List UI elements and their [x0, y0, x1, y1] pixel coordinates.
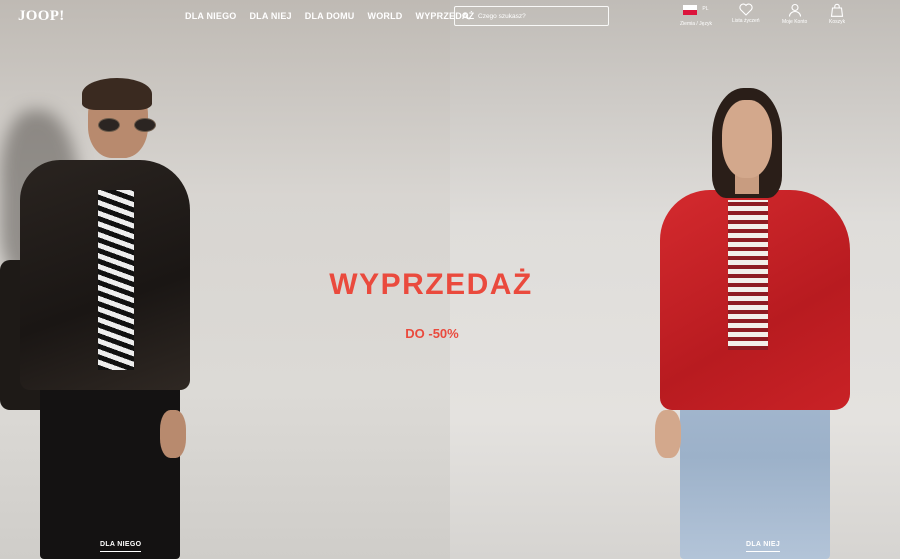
sale-headline[interactable]: WYPRZEDAŻ [0, 268, 862, 302]
wishlist-label: Lista życzeń [732, 18, 760, 24]
flag-row: PL [683, 3, 709, 15]
account-label: Moje Konto [782, 19, 808, 25]
heart-icon [739, 3, 753, 16]
hero-link-dla-niej[interactable]: DLA NIEJ [746, 541, 781, 552]
language-code: PL [702, 6, 709, 12]
cart-button[interactable]: Koszyk [829, 3, 845, 25]
wishlist-button[interactable]: Lista życzeń [732, 3, 760, 24]
male-model-hair [82, 78, 152, 110]
country-language-selector[interactable]: PL Ziemia / Język [680, 3, 712, 27]
female-model-face [722, 100, 772, 178]
account-button[interactable]: Moje Konto [782, 3, 807, 25]
user-icon [788, 3, 801, 17]
cart-label: Koszyk [829, 19, 846, 25]
country-language-label: Ziemia / Język [680, 21, 712, 27]
sale-discount[interactable]: DO -50% [0, 326, 864, 341]
male-model-hand [160, 410, 186, 458]
poland-flag-icon [683, 5, 698, 15]
male-model-trousers [40, 380, 180, 559]
female-model-hand [655, 410, 681, 458]
bag-icon [830, 3, 844, 17]
site-header: JOOP! DLA NIEGO DLA NIEJ DLA DOMU WORLD … [0, 0, 900, 34]
hero-link-dla-niego[interactable]: DLA NIEGO [100, 541, 142, 552]
header-utilities: PL Ziemia / Język Lista życzeń Moje Kont… [0, 3, 900, 33]
male-model-sunglasses [98, 118, 156, 132]
